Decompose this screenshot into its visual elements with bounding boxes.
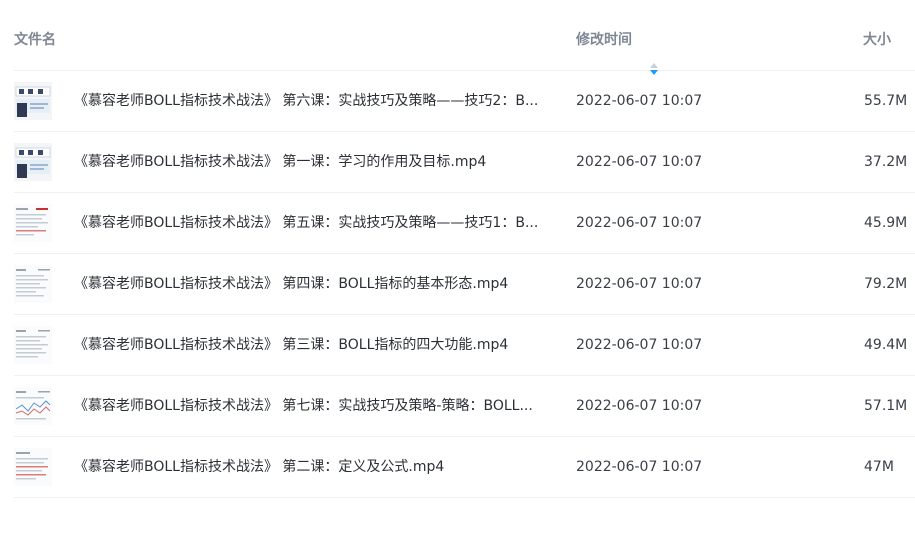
file-list-table: 文件名 修改时间 大小 《慕容老师BOLL指标技术战法》 第六课：实战技巧及策略… bbox=[0, 0, 915, 544]
file-size: 79.2M bbox=[864, 276, 908, 292]
table-row[interactable]: 《慕容老师BOLL指标技术战法》 第三课：BOLL指标的四大功能.mp4 202… bbox=[14, 315, 915, 376]
table-row[interactable]: 《慕容老师BOLL指标技术战法》 第二课：定义及公式.mp4 2022-06-0… bbox=[14, 437, 915, 498]
file-name[interactable]: 《慕容老师BOLL指标技术战法》 第三课：BOLL指标的四大功能.mp4 bbox=[74, 315, 546, 375]
file-modified: 2022-06-07 10:07 bbox=[576, 276, 703, 292]
video-thumbnail bbox=[14, 82, 52, 120]
file-size: 55.7M bbox=[864, 93, 908, 109]
file-rows: 《慕容老师BOLL指标技术战法》 第六课：实战技巧及策略——技巧2：B... 2… bbox=[14, 71, 915, 498]
file-name[interactable]: 《慕容老师BOLL指标技术战法》 第四课：BOLL指标的基本形态.mp4 bbox=[74, 254, 546, 314]
file-name[interactable]: 《慕容老师BOLL指标技术战法》 第五课：实战技巧及策略——技巧1：B... bbox=[74, 193, 546, 253]
file-size: 45.9M bbox=[864, 215, 908, 231]
table-row[interactable]: 《慕容老师BOLL指标技术战法》 第四课：BOLL指标的基本形态.mp4 202… bbox=[14, 254, 915, 315]
file-name[interactable]: 《慕容老师BOLL指标技术战法》 第一课：学习的作用及目标.mp4 bbox=[74, 132, 546, 192]
video-thumbnail bbox=[14, 326, 52, 364]
column-header-modified[interactable]: 修改时间 bbox=[576, 0, 659, 80]
video-thumbnail bbox=[14, 387, 52, 425]
sort-icon[interactable] bbox=[649, 32, 659, 75]
file-size: 47M bbox=[864, 459, 894, 475]
file-size: 37.2M bbox=[864, 154, 908, 170]
table-row[interactable]: 《慕容老师BOLL指标技术战法》 第五课：实战技巧及策略——技巧1：B... 2… bbox=[14, 193, 915, 254]
table-header: 文件名 修改时间 大小 bbox=[14, 0, 915, 75]
file-modified: 2022-06-07 10:07 bbox=[576, 215, 703, 231]
video-thumbnail bbox=[14, 204, 52, 242]
file-modified: 2022-06-07 10:07 bbox=[576, 398, 703, 414]
file-name[interactable]: 《慕容老师BOLL指标技术战法》 第六课：实战技巧及策略——技巧2：B... bbox=[74, 71, 546, 131]
table-row[interactable]: 《慕容老师BOLL指标技术战法》 第一课：学习的作用及目标.mp4 2022-0… bbox=[14, 132, 915, 193]
file-modified: 2022-06-07 10:07 bbox=[576, 459, 703, 475]
video-thumbnail bbox=[14, 448, 52, 486]
file-name[interactable]: 《慕容老师BOLL指标技术战法》 第二课：定义及公式.mp4 bbox=[74, 437, 546, 497]
table-row[interactable]: 《慕容老师BOLL指标技术战法》 第七课：实战技巧及策略-策略：BOLL... … bbox=[14, 376, 915, 437]
column-header-size[interactable]: 大小 bbox=[863, 0, 891, 80]
video-thumbnail bbox=[14, 265, 52, 303]
file-size: 49.4M bbox=[864, 337, 908, 353]
file-modified: 2022-06-07 10:07 bbox=[576, 154, 703, 170]
file-modified: 2022-06-07 10:07 bbox=[576, 337, 703, 353]
column-header-modified-label: 修改时间 bbox=[576, 32, 632, 48]
video-thumbnail bbox=[14, 143, 52, 181]
column-header-name[interactable]: 文件名 bbox=[14, 0, 56, 80]
file-name[interactable]: 《慕容老师BOLL指标技术战法》 第七课：实战技巧及策略-策略：BOLL... bbox=[74, 376, 546, 436]
file-size: 57.1M bbox=[864, 398, 908, 414]
table-row[interactable]: 《慕容老师BOLL指标技术战法》 第六课：实战技巧及策略——技巧2：B... 2… bbox=[14, 71, 915, 132]
file-modified: 2022-06-07 10:07 bbox=[576, 93, 703, 109]
